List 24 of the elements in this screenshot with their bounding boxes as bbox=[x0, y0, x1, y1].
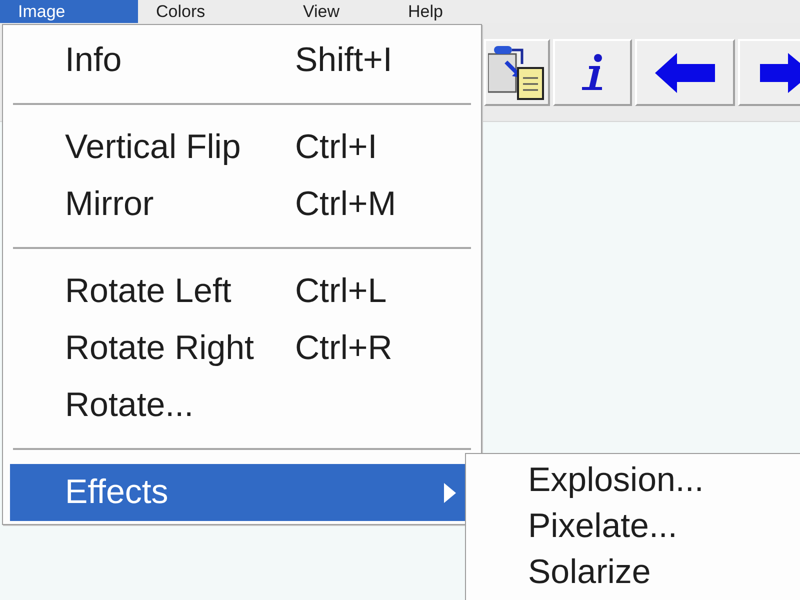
menu-item[interactable]: Vertical Flip Ctrl+I bbox=[10, 119, 474, 176]
menu-bar-item[interactable]: Colors bbox=[138, 0, 285, 23]
submenu-item[interactable]: Solarize bbox=[466, 549, 800, 595]
menu-bar-item[interactable]: Help bbox=[390, 0, 461, 23]
menu-item[interactable]: Mirror Ctrl+M bbox=[10, 176, 474, 233]
shortcut-label: Ctrl+I bbox=[295, 128, 378, 167]
menu-item[interactable]: Rotate Left Ctrl+L bbox=[10, 263, 474, 320]
arrow-left-icon bbox=[655, 52, 715, 92]
submenu-arrow-icon bbox=[444, 482, 456, 502]
toolbar-button[interactable] bbox=[738, 39, 800, 106]
menu-bar-item[interactable]: Image bbox=[0, 0, 138, 23]
menu-item[interactable]: Rotate Right Ctrl+R bbox=[10, 320, 474, 377]
toolbar-button[interactable] bbox=[553, 39, 632, 106]
arrow-right-icon bbox=[760, 52, 800, 92]
toolbar-button[interactable] bbox=[635, 39, 735, 106]
shortcut-label: Shift+I bbox=[295, 41, 392, 80]
shortcut-label: Ctrl+M bbox=[295, 185, 396, 224]
menu-item[interactable]: Rotate... bbox=[10, 377, 474, 434]
shortcut-label: Ctrl+R bbox=[295, 329, 392, 368]
shortcut-label: Ctrl+L bbox=[295, 272, 387, 311]
menu-item[interactable]: Info Shift+I bbox=[10, 32, 474, 89]
menu-bar-item[interactable]: View bbox=[285, 0, 390, 23]
toolbar-button[interactable] bbox=[484, 39, 550, 106]
document-arrow-icon bbox=[488, 46, 544, 100]
